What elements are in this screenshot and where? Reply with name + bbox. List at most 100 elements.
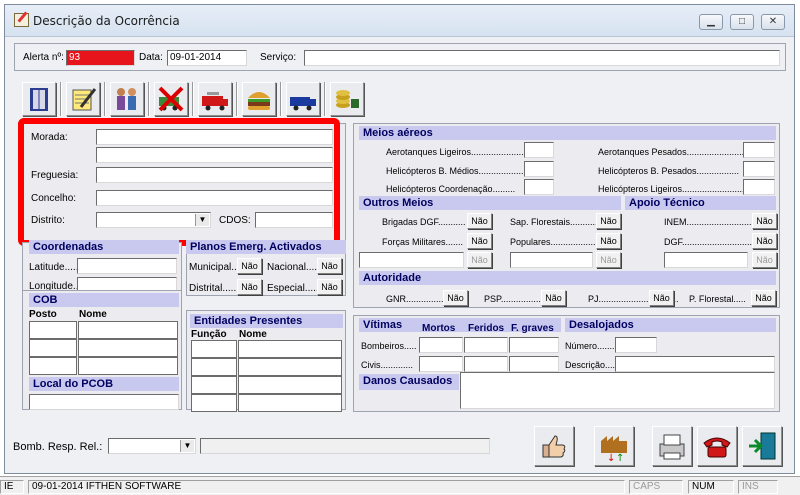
- forcas-militares-button[interactable]: Não: [467, 233, 492, 249]
- data-field[interactable]: 09-01-2014: [167, 50, 247, 66]
- p-florestal-button[interactable]: Não: [751, 290, 776, 306]
- cob-posto-cell[interactable]: [29, 357, 77, 375]
- status-num: NUM: [688, 480, 734, 494]
- descricao-field[interactable]: [615, 356, 775, 372]
- bombeiros-label: Bombeiros.....: [361, 341, 417, 351]
- cob-title: COB: [29, 293, 179, 307]
- entidades-funcao-cell[interactable]: [191, 340, 237, 358]
- book-icon[interactable]: [22, 82, 56, 116]
- bombeiros-feridos-field[interactable]: [464, 337, 508, 353]
- printer-icon[interactable]: [652, 426, 692, 466]
- gnr-button[interactable]: Não: [443, 290, 468, 306]
- cob-col-nome: Nome: [79, 309, 107, 320]
- factory-icon[interactable]: ↓ ↑: [594, 426, 634, 466]
- outros-meios-extra-button-2[interactable]: Não: [596, 252, 621, 268]
- status-panel-0: IE: [0, 480, 24, 494]
- civis-feridos-field[interactable]: [464, 356, 508, 372]
- danos-causados-field[interactable]: [460, 372, 775, 409]
- aerotanques-ligeiros-field[interactable]: [524, 142, 554, 158]
- burger-icon[interactable]: [242, 82, 276, 116]
- bombeiros-mortos-field[interactable]: [419, 337, 463, 353]
- cob-posto-cell[interactable]: [29, 339, 77, 357]
- civis-mortos-field[interactable]: [419, 356, 463, 372]
- latitude-field[interactable]: [77, 258, 177, 274]
- brigadas-button[interactable]: Não: [467, 213, 492, 229]
- entidades-funcao-cell[interactable]: [191, 394, 237, 412]
- helicopteros-pesados-field[interactable]: [743, 161, 775, 177]
- nacional-button[interactable]: Não: [317, 258, 342, 274]
- local-pcob-field[interactable]: [29, 394, 179, 410]
- entidades-nome-cell[interactable]: [238, 340, 342, 358]
- close-icon[interactable]: ✕: [761, 14, 785, 30]
- thumbs-up-icon[interactable]: [534, 426, 574, 466]
- cob-posto-cell[interactable]: [29, 321, 77, 339]
- entidades-funcao-cell[interactable]: [191, 376, 237, 394]
- entidades-col-nome: Nome: [239, 329, 267, 340]
- window-title: Descrição da Ocorrência: [33, 14, 180, 28]
- nacional-label: Nacional.....: [267, 262, 320, 273]
- outros-meios-extra-field-2[interactable]: [510, 252, 593, 268]
- cob-nome-cell[interactable]: [78, 339, 178, 357]
- entidades-nome-cell[interactable]: [238, 358, 342, 376]
- brigadas-label: Brigadas DGF...........: [382, 217, 466, 227]
- aerotanques-pesados-field[interactable]: [743, 142, 775, 158]
- telephone-icon[interactable]: [697, 426, 737, 466]
- helicopteros-coordenacao-field[interactable]: [524, 179, 554, 195]
- entidades-nome-cell[interactable]: [238, 376, 342, 394]
- servico-field[interactable]: [304, 50, 780, 66]
- inem-button[interactable]: Não: [752, 213, 777, 229]
- maximize-icon[interactable]: □: [730, 14, 754, 30]
- people-icon[interactable]: [110, 82, 144, 116]
- outros-meios-extra-button-1[interactable]: Não: [467, 252, 492, 268]
- svg-text:↓: ↓: [607, 453, 615, 464]
- civis-fgraves-field[interactable]: [509, 356, 559, 372]
- entidades-nome-cell[interactable]: [238, 394, 342, 412]
- helicopteros-ligeiros-field[interactable]: [743, 179, 775, 195]
- psp-button[interactable]: Não: [541, 290, 566, 306]
- exit-icon[interactable]: [742, 426, 782, 466]
- civis-label: Civis.............: [361, 360, 414, 370]
- minimize-icon[interactable]: ▁: [699, 14, 723, 30]
- truck-icon[interactable]: [198, 82, 232, 116]
- chevron-down-icon[interactable]: ▼: [180, 440, 194, 452]
- title-bar[interactable]: Descrição da Ocorrência ▁ □ ✕: [5, 5, 794, 37]
- especial-button[interactable]: Não: [317, 279, 342, 295]
- autoridade-title: Autoridade: [359, 271, 776, 285]
- sap-florestais-label: Sap. Florestais............: [510, 217, 601, 227]
- sap-florestais-button[interactable]: Não: [596, 213, 621, 229]
- status-ins: INS: [738, 480, 778, 494]
- transport-icon[interactable]: [286, 82, 320, 116]
- numero-field[interactable]: [615, 337, 657, 353]
- aerotanques-pesados-label: Aerotanques Pesados.....................…: [598, 147, 745, 157]
- planos-title: Planos Emerg. Activados: [186, 240, 346, 254]
- svg-text:↑: ↑: [616, 453, 624, 464]
- entidades-col-funcao: Função: [191, 329, 227, 340]
- data-label: Data:: [139, 52, 163, 63]
- apoio-tecnico-extra-button[interactable]: Não: [752, 252, 777, 268]
- populares-button[interactable]: Não: [596, 233, 621, 249]
- helicopteros-coordenacao-label: Helicópteros Coordenação.........: [386, 184, 516, 194]
- no-truck-icon[interactable]: [154, 82, 188, 116]
- p-florestal-label: P. Florestal.....: [689, 294, 746, 304]
- alerta-field[interactable]: 93: [66, 50, 135, 66]
- vitimas-col-feridos: Feridos: [468, 323, 505, 334]
- cob-nome-cell[interactable]: [78, 321, 178, 339]
- bomb-resp-name-field[interactable]: [200, 438, 490, 454]
- coins-icon[interactable]: [330, 82, 364, 116]
- helicopteros-medios-field[interactable]: [524, 161, 554, 177]
- notepad-icon[interactable]: [66, 82, 100, 116]
- danos-causados-title: Danos Causados: [359, 374, 459, 390]
- meios-aereos-title: Meios aéreos: [359, 126, 776, 140]
- outros-meios-extra-field-1[interactable]: [359, 252, 464, 268]
- municipal-button[interactable]: Não: [237, 258, 262, 274]
- distrital-button[interactable]: Não: [237, 279, 262, 295]
- pj-button[interactable]: Não: [649, 290, 674, 306]
- entidades-funcao-cell[interactable]: [191, 358, 237, 376]
- cob-nome-cell[interactable]: [78, 357, 178, 375]
- cob-col-posto: Posto: [29, 309, 57, 320]
- local-pcob-title: Local do PCOB: [29, 377, 179, 391]
- bombeiros-fgraves-field[interactable]: [509, 337, 559, 353]
- dgf-button[interactable]: Não: [752, 233, 777, 249]
- bomb-resp-select[interactable]: ▼: [108, 438, 196, 454]
- apoio-tecnico-extra-field[interactable]: [664, 252, 748, 268]
